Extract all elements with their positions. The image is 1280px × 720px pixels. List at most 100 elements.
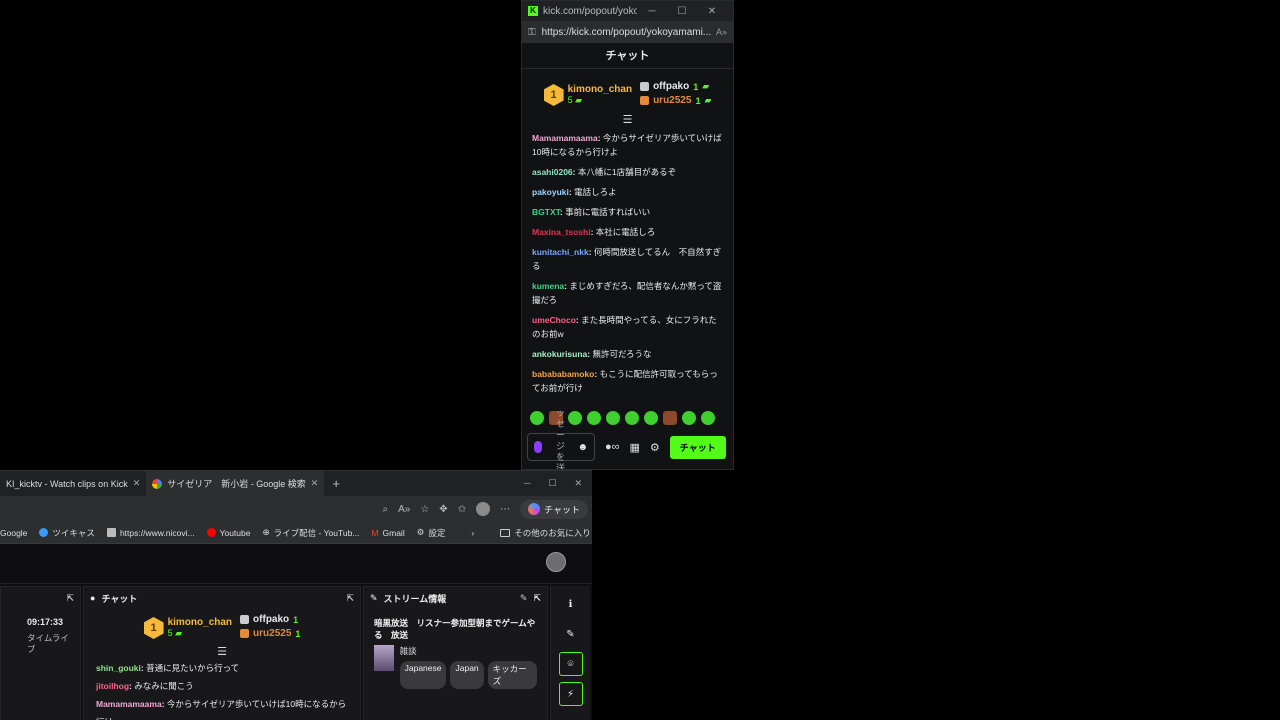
maximize-icon[interactable]: ☐ bbox=[667, 6, 697, 17]
maximize-icon[interactable]: ☐ bbox=[548, 478, 556, 489]
tag[interactable]: Japanese bbox=[399, 661, 447, 689]
popout-icon[interactable]: ⇱ bbox=[346, 593, 354, 604]
leader-third[interactable]: uru2525 1 ▰ bbox=[640, 95, 711, 106]
chat-message: asahi0206: 本八幡に1店舗目があるぞ bbox=[532, 165, 723, 179]
close-icon[interactable]: ✕ bbox=[574, 478, 582, 489]
leader-third[interactable]: uru2525 1 bbox=[240, 628, 300, 639]
tab-google-search[interactable]: サイゼリア 新小岩 - Google 検索 ✕ bbox=[146, 471, 325, 496]
leader-first-name: kimono_chan bbox=[167, 617, 233, 628]
settings-icon[interactable]: ⚙ bbox=[650, 441, 660, 454]
bookmarks-overflow-icon[interactable]: › bbox=[471, 528, 474, 538]
emote-icon[interactable] bbox=[568, 411, 582, 425]
chat-username[interactable]: babababamoko bbox=[532, 369, 594, 379]
bookmark-nicovideo[interactable]: https://www.nicovi... bbox=[106, 527, 195, 538]
kicks-icon[interactable]: ●∞ bbox=[605, 441, 620, 453]
lock-icon: ⚿ bbox=[528, 26, 536, 38]
bookmark-settings[interactable]: ⚙ 設定 bbox=[417, 527, 446, 539]
chat-username[interactable]: ankokurisuna bbox=[532, 349, 587, 359]
chat-text: 無許可だろうな bbox=[590, 349, 652, 359]
chat-username[interactable]: kunitachi_nkk bbox=[532, 247, 589, 257]
emote-icon[interactable] bbox=[663, 411, 677, 425]
copilot-button[interactable]: チャット bbox=[520, 499, 588, 519]
gift-leaderboard: 1 kimono_chan 5 ▰ offpako 1 ▰ uru2525 1 ▰ bbox=[522, 69, 733, 113]
globe-icon: ⊕ bbox=[262, 527, 270, 537]
chat-input[interactable]: ッセージを送 ☻ bbox=[527, 408, 595, 469]
leader-first[interactable]: kimono_chan 5 ▰ bbox=[168, 617, 232, 639]
chat-username[interactable]: Mamamamaama bbox=[96, 699, 162, 709]
tag[interactable]: Japan bbox=[450, 661, 484, 689]
chat-username[interactable]: shin_gouki bbox=[96, 663, 141, 673]
chat-text: 本八幡に1店舗目があるぞ bbox=[575, 167, 677, 177]
emote-icon[interactable] bbox=[682, 411, 696, 425]
new-tab-icon[interactable]: + bbox=[332, 476, 340, 491]
favorites-icon[interactable]: ✩ bbox=[458, 504, 466, 515]
expand-leaderboard-icon[interactable]: ☰ bbox=[84, 645, 360, 659]
edit-icon[interactable]: ✎ bbox=[520, 593, 528, 604]
read-aloud-icon[interactable]: A» bbox=[716, 27, 727, 37]
leader-second[interactable]: offpako 1 ▰ bbox=[640, 81, 711, 92]
popout-icon[interactable]: ⇱ bbox=[66, 593, 74, 604]
category-thumbnail[interactable] bbox=[374, 645, 394, 671]
bookmark-label: https://www.nicovi... bbox=[119, 527, 195, 538]
bookmark-twitcasting[interactable]: ツイキャス bbox=[39, 527, 95, 539]
browser-toolbar: ⌕ A» ☆ ✥ ✩ ⋯ チャット bbox=[0, 496, 592, 522]
popup-urlbar[interactable]: ⚿ https://kick.com/popout/yokoyamami... … bbox=[522, 21, 733, 43]
stream-title: 暗黒放送 リスナー参加型朝までゲームやる 放送 bbox=[374, 618, 536, 640]
gift-icon: ▰ bbox=[704, 95, 712, 105]
chat-username[interactable]: Mamamamaama bbox=[532, 133, 598, 143]
emote-icon[interactable] bbox=[701, 411, 715, 425]
close-tab-icon[interactable]: ✕ bbox=[311, 478, 319, 489]
other-bookmarks[interactable]: その他のお気に入り bbox=[500, 527, 591, 539]
leader-first[interactable]: kimono_chan 5 ▰ bbox=[568, 84, 632, 106]
clip-icon[interactable]: ⌾ bbox=[558, 652, 583, 676]
read-aloud-icon[interactable]: A» bbox=[398, 504, 410, 515]
lightning-icon[interactable]: ⚡ bbox=[558, 682, 583, 706]
emote-icon[interactable] bbox=[625, 411, 639, 425]
close-icon[interactable]: ✕ bbox=[697, 6, 727, 17]
more-menu-icon[interactable]: ⋯ bbox=[500, 504, 510, 515]
chat-username[interactable]: umeChoco bbox=[532, 315, 576, 325]
category-name[interactable]: 雑談 bbox=[400, 645, 537, 657]
popout-icon[interactable]: ⇱ bbox=[533, 593, 541, 604]
popup-url[interactable]: https://kick.com/popout/yokoyamami... bbox=[542, 27, 716, 38]
emote-icon[interactable] bbox=[606, 411, 620, 425]
bookmark-gmail[interactable]: M Gmail bbox=[371, 528, 404, 538]
popup-title: kick.com/popout/yoko... bbox=[543, 5, 637, 17]
emote-icon[interactable] bbox=[530, 411, 544, 425]
leader-second-name: offpako bbox=[653, 81, 690, 92]
zoom-icon[interactable]: ⌕ bbox=[382, 504, 388, 515]
chat-username[interactable]: pakoyuki bbox=[532, 187, 569, 197]
edit-icon[interactable]: ✎ bbox=[559, 622, 583, 646]
expand-leaderboard-icon[interactable]: ☰ bbox=[522, 113, 733, 127]
chat-username[interactable]: BGTXT bbox=[532, 207, 560, 217]
profile-icon[interactable] bbox=[476, 502, 491, 516]
bookmark-youtube[interactable]: Youtube bbox=[206, 528, 250, 538]
extensions-icon[interactable]: ✥ bbox=[439, 504, 447, 515]
close-tab-icon[interactable]: ✕ bbox=[133, 478, 141, 489]
minimize-icon[interactable]: ─ bbox=[524, 478, 530, 489]
tag[interactable]: キッカーズ bbox=[487, 661, 537, 689]
chat-username[interactable]: jitoilhog bbox=[96, 681, 129, 691]
store-icon[interactable]: ▦ bbox=[630, 441, 640, 454]
session-time-label: タイムライブ bbox=[27, 633, 69, 654]
leader-second[interactable]: offpako 1 bbox=[240, 614, 300, 625]
chat-panel-title: チャット bbox=[101, 593, 138, 604]
tab-kick-clips[interactable]: KI_kicktv - Watch clips on Kick ✕ bbox=[0, 471, 146, 496]
chat-username[interactable]: Maxina_tsoshi bbox=[532, 227, 591, 237]
chat-username[interactable]: asahi0206 bbox=[532, 167, 573, 177]
emote-icon[interactable] bbox=[644, 411, 658, 425]
info-icon[interactable]: ℹ bbox=[559, 592, 583, 616]
bookmark-youtube-live[interactable]: ⊕ ライブ配信 - YouTub... bbox=[262, 527, 359, 539]
emote-icon[interactable] bbox=[587, 411, 601, 425]
bookmarks-bar: Google ツイキャス https://www.nicovi... Youtu… bbox=[0, 522, 592, 544]
avatar[interactable] bbox=[546, 552, 566, 572]
bookmark-google[interactable]: Google bbox=[0, 528, 27, 538]
microphone-icon[interactable] bbox=[534, 441, 542, 453]
leader-first-count: 5 bbox=[567, 95, 573, 105]
chat-text: みなみに聞こう bbox=[131, 681, 194, 691]
emoji-icon[interactable]: ☻ bbox=[577, 442, 588, 453]
chat-username[interactable]: kumena bbox=[532, 281, 564, 291]
minimize-icon[interactable]: ─ bbox=[637, 6, 667, 17]
favorite-star-icon[interactable]: ☆ bbox=[420, 504, 429, 515]
send-chat-button[interactable]: チャット bbox=[669, 435, 726, 459]
